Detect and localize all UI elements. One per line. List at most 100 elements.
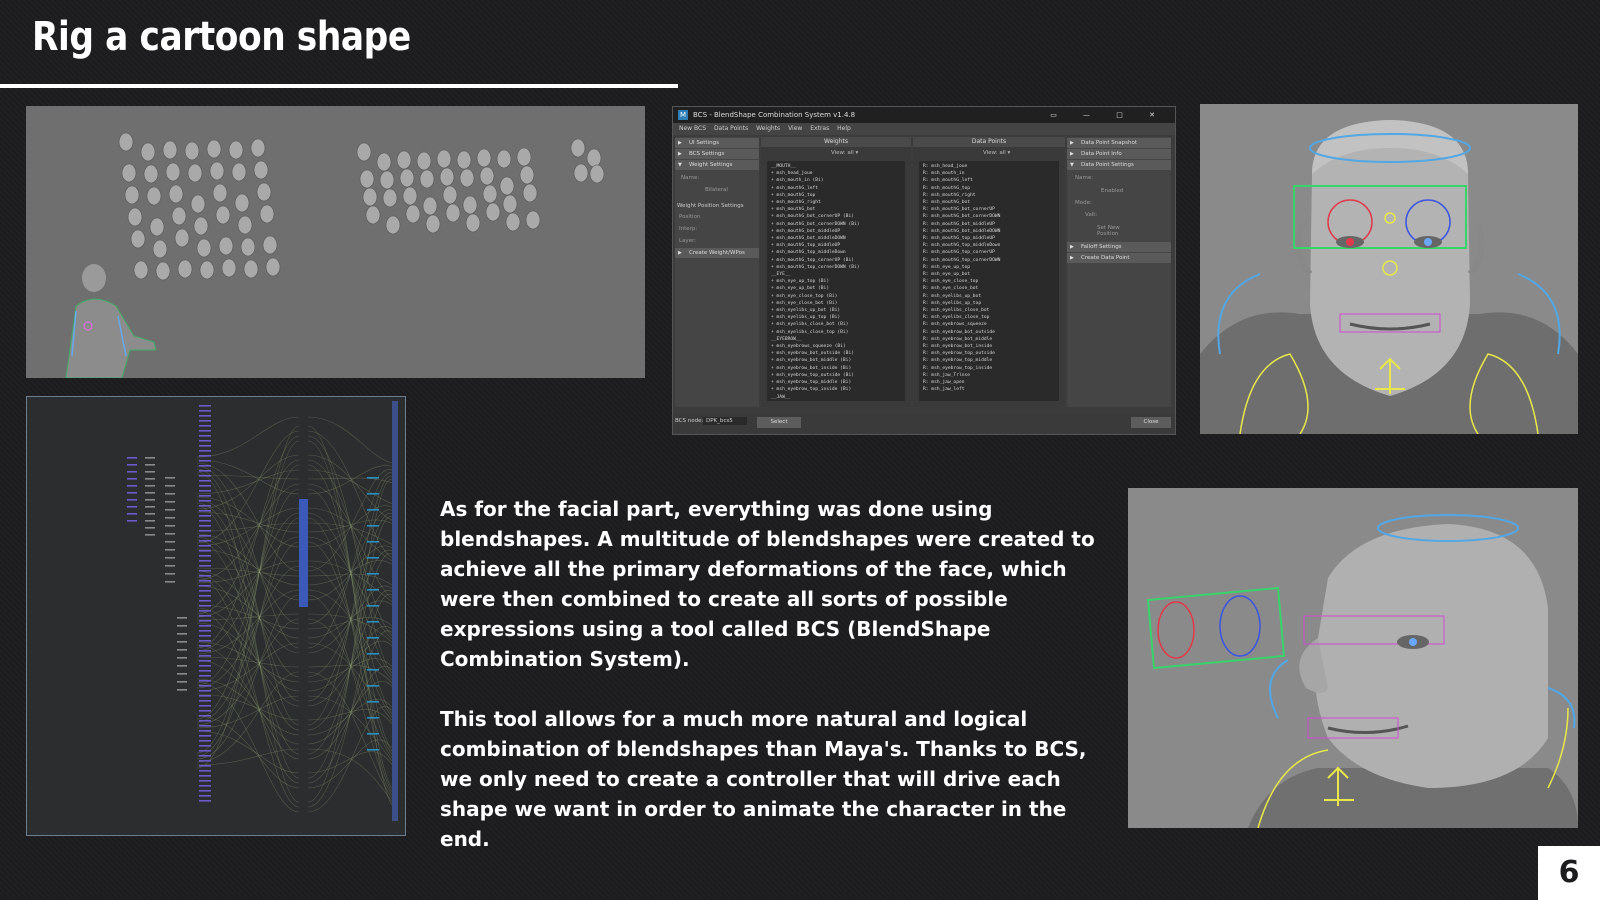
weights-view-dropdown[interactable]: View: all ▾ bbox=[761, 147, 911, 159]
datapoints-list-item[interactable]: R: msh_mouthG_bot_middleUP bbox=[923, 221, 1055, 228]
weights-list-item[interactable]: + msh_mouthG_bot_cornerDOWN (Bi) bbox=[771, 221, 901, 228]
graph-node bbox=[165, 533, 175, 535]
datapoints-list-item[interactable]: R: msh_eyelibs_up_top bbox=[923, 300, 1055, 307]
set-new-position-button[interactable]: Set New Position bbox=[1067, 221, 1171, 241]
datapoints-list-item[interactable]: R: msh_eye_up_bot bbox=[923, 271, 1055, 278]
weights-list-item[interactable]: + msh_eyelibs_up_bot (Bi) bbox=[771, 307, 901, 314]
datapoints-list-item[interactable]: R: msh_eye_up_top bbox=[923, 264, 1055, 271]
section-data-point-snapshot[interactable]: Data Point Snapshot bbox=[1067, 138, 1171, 148]
datapoints-list-item[interactable]: R: msh_eye_close_top bbox=[923, 278, 1055, 285]
section-data-point-settings[interactable]: Data Point Settings bbox=[1067, 160, 1171, 170]
menu-data-points[interactable]: Data Points bbox=[714, 125, 748, 132]
datapoints-list-item[interactable]: R: msh_mouthG_bot_cornerDOWN bbox=[923, 213, 1055, 220]
weights-list-item[interactable]: + msh_eyebrow_bot_inside (Bi) bbox=[771, 365, 901, 372]
weights-list[interactable]: __MOUTH__ + msh_head_joue + msh_mouth_in (… bbox=[767, 161, 905, 401]
datapoints-list-item[interactable]: R: msh_jaw_left bbox=[923, 386, 1055, 393]
bcs-node-dropdown[interactable]: DPK_bcs5 bbox=[703, 417, 747, 425]
weights-list-item[interactable]: + msh_eye_close_top (Bi) bbox=[771, 293, 901, 300]
datapoints-list-item[interactable]: R: msh_eyebrow_bot_middle bbox=[923, 336, 1055, 343]
datapoints-list-item[interactable]: R: msh_mouthG_top_cornerDOWN bbox=[923, 257, 1055, 264]
menu-extras[interactable]: Extras bbox=[810, 125, 829, 132]
weights-list-item[interactable]: + msh_mouthG_bot_middleUP bbox=[771, 228, 901, 235]
weights-list-item[interactable]: + msh_eyebrow_top_inside (Bi) bbox=[771, 386, 901, 393]
graph-node bbox=[367, 701, 379, 703]
weights-list-item[interactable]: + msh_mouthG_left bbox=[771, 185, 901, 192]
datapoints-list-item[interactable]: R: msh_eye_close_bot bbox=[923, 285, 1055, 292]
weights-list-item[interactable]: + msh_mouthG_top_middleUP bbox=[771, 242, 901, 249]
weights-list-item[interactable]: + msh_eyelibs_up_top (Bi) bbox=[771, 314, 901, 321]
datapoints-list-item[interactable]: R: msh_eyebrow_bot_inside bbox=[923, 343, 1055, 350]
weights-list-item[interactable]: + msh_head_joue bbox=[771, 170, 901, 177]
weights-list-item[interactable]: + msh_eyelibs_close_bot (Bi) bbox=[771, 321, 901, 328]
weights-list-item[interactable]: + msh_mouthG_top_cornerUP (Bi) bbox=[771, 257, 901, 264]
value-field[interactable]: Valt: bbox=[1067, 209, 1171, 221]
datapoints-list-item[interactable]: R: msh_mouthG_right bbox=[923, 192, 1055, 199]
close-button[interactable]: Close bbox=[1131, 417, 1171, 428]
weights-list-item[interactable]: + msh_eye_up_bot (Bi) bbox=[771, 285, 901, 292]
create-data-point-button[interactable]: Create Data Point bbox=[1067, 253, 1171, 263]
weights-list-item[interactable]: + msh_eye_up_top (Bi) bbox=[771, 278, 901, 285]
weights-list-item[interactable]: __EYE__ bbox=[771, 271, 901, 278]
menu-new-bcs[interactable]: New BCS bbox=[679, 125, 706, 132]
window-controls-icon[interactable]: ▭ — □ ✕ bbox=[1050, 107, 1167, 123]
enabled-checkbox[interactable]: Enabled bbox=[1067, 185, 1171, 197]
datapoints-view-dropdown[interactable]: View: all ▾ bbox=[913, 147, 1065, 159]
datapoints-list-item[interactable]: R: msh_head_joue bbox=[923, 163, 1055, 170]
section-falloff-settings[interactable]: Falloff Settings bbox=[1067, 242, 1171, 252]
section-bcs-settings[interactable]: BCS Settings bbox=[675, 149, 759, 159]
weights-list-item[interactable]: + msh_eyebrows_squeeze (Bi) bbox=[771, 343, 901, 350]
graph-node bbox=[199, 450, 211, 452]
datapoints-list-item[interactable]: R: msh_mouthG_top_middleUP bbox=[923, 235, 1055, 242]
head-shape bbox=[416, 151, 432, 171]
weights-list-item[interactable]: + msh_eyebrow_top_outside (Bi) bbox=[771, 372, 901, 379]
datapoints-list-item[interactable]: R: msh_eyebrow_top_middle bbox=[923, 357, 1055, 364]
datapoints-list-item[interactable]: R: msh_jaw_open bbox=[923, 379, 1055, 386]
weights-list-item[interactable]: + msh_mouthG_top_middleDown bbox=[771, 249, 901, 256]
datapoints-list-item[interactable]: R: msh_mouthG_bot bbox=[923, 199, 1055, 206]
datapoints-list[interactable]: R: msh_head_joue R: msh_mouth_in R: msh_mo… bbox=[919, 161, 1059, 401]
layer-field[interactable]: Layer: bbox=[675, 235, 759, 247]
datapoints-list-item[interactable]: R: msh_mouthG_top_middleDown bbox=[923, 242, 1055, 249]
weights-list-item[interactable]: + msh_mouthG_bot_middleDOWN bbox=[771, 235, 901, 242]
datapoints-list-item[interactable]: R: msh_eyebrow_top_inside bbox=[923, 365, 1055, 372]
datapoints-list-item[interactable]: R: msh_eyebrow_top_outside bbox=[923, 350, 1055, 357]
datapoints-list-item[interactable]: R: msh_jaw_Trlnse bbox=[923, 372, 1055, 379]
weights-list-item[interactable]: + msh_eyebrow_bot_middle (Bi) bbox=[771, 357, 901, 364]
weights-list-item[interactable]: + msh_mouthG_top_cornerDOWN (Bi) bbox=[771, 264, 901, 271]
datapoints-list-item[interactable]: R: msh_eyelibs_close_bot bbox=[923, 307, 1055, 314]
datapoints-list-item[interactable]: R: msh_mouthG_top bbox=[923, 185, 1055, 192]
weights-list-item[interactable]: + msh_eyebrow_bot_outside (Bi) bbox=[771, 350, 901, 357]
weights-list-item[interactable]: + msh_eye_close_bot (Bi) bbox=[771, 300, 901, 307]
menu-help[interactable]: Help bbox=[837, 125, 851, 132]
weights-list-item[interactable]: + msh_mouthG_bot bbox=[771, 206, 901, 213]
menu-view[interactable]: View bbox=[788, 125, 802, 132]
weights-list-item[interactable]: + msh_mouth_in (Bi) bbox=[771, 177, 901, 184]
datapoints-list-item[interactable]: R: msh_mouthG_bot_cornerUP bbox=[923, 206, 1055, 213]
datapoints-list-item[interactable]: R: msh_mouthG_left bbox=[923, 177, 1055, 184]
menu-weights[interactable]: Weights bbox=[756, 125, 780, 132]
datapoints-list-item[interactable]: R: msh_eyelibs_close_top bbox=[923, 314, 1055, 321]
weights-list-item[interactable]: __MOUTH__ bbox=[771, 163, 901, 170]
section-ui-settings[interactable]: UI Settings bbox=[675, 138, 759, 148]
interp-dropdown[interactable]: Interp: bbox=[675, 223, 759, 235]
weights-list-item[interactable]: + msh_mouthG_top bbox=[771, 192, 901, 199]
datapoints-list-item[interactable]: R: msh_mouth_in bbox=[923, 170, 1055, 177]
datapoints-list-item[interactable]: R: msh_eyebrows_squeeze bbox=[923, 321, 1055, 328]
datapoints-list-item[interactable]: R: msh_mouthG_top_cornerUP bbox=[923, 249, 1055, 256]
position-field[interactable]: Position bbox=[675, 211, 759, 223]
bilateral-checkbox[interactable]: Bilateral bbox=[675, 185, 759, 195]
select-button[interactable]: Select bbox=[757, 417, 801, 428]
section-weight-settings[interactable]: Weight Settings bbox=[675, 160, 759, 170]
datapoints-list-item[interactable]: R: msh_eyelibs_up_bot bbox=[923, 293, 1055, 300]
create-weight-button[interactable]: Create Weight/WPos bbox=[675, 248, 759, 258]
datapoints-list-item[interactable]: R: msh_eyebrow_bot_outside bbox=[923, 329, 1055, 336]
weights-list-item[interactable]: + msh_mouthG_right bbox=[771, 199, 901, 206]
section-data-point-info[interactable]: Data Point Info bbox=[1067, 149, 1171, 159]
weights-list-item[interactable]: __EYEBROW__ bbox=[771, 336, 901, 343]
weights-list-item[interactable]: + msh_mouthG_bot_cornerUP (Bi) bbox=[771, 213, 901, 220]
datapoints-list-item[interactable]: R: msh_mouthG_bot_middleDOWN bbox=[923, 228, 1055, 235]
mode-dropdown[interactable]: Mode: bbox=[1067, 197, 1171, 209]
weights-list-item[interactable]: __JAW__ bbox=[771, 394, 901, 401]
weights-list-item[interactable]: + msh_eyebrow_top_middle (Bi) bbox=[771, 379, 901, 386]
weights-list-item[interactable]: + msh_eyelibs_close_top (Bi) bbox=[771, 329, 901, 336]
